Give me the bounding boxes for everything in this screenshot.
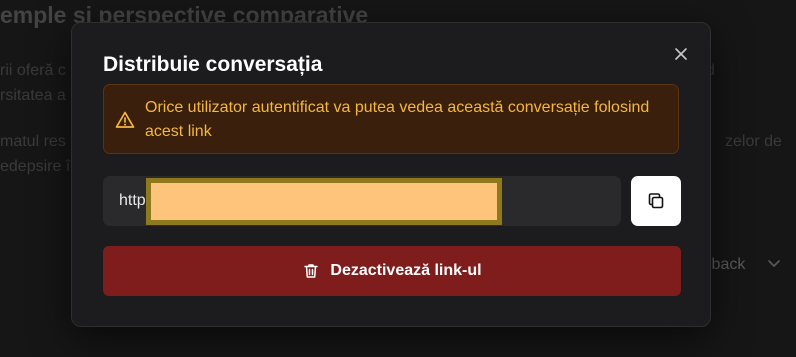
share-link-field[interactable]: http [103, 176, 621, 226]
share-link-text: http [119, 192, 146, 209]
warning-banner: Orice utilizator autentificat va putea v… [103, 84, 679, 154]
chevron-down-icon [768, 260, 780, 267]
copy-icon [648, 193, 664, 209]
background-text-line: edepsire î [0, 158, 71, 175]
warning-triangle-icon [115, 111, 135, 128]
share-conversation-dialog: Distribuie conversația Orice utilizator … [71, 22, 711, 327]
redacted-link-overlay [146, 178, 502, 225]
background-text-line: zelor de [725, 133, 782, 150]
background-text-line: rii oferă c [0, 62, 66, 79]
close-button[interactable] [670, 43, 692, 65]
deactivate-link-label: Dezactivează link-ul [330, 262, 482, 279]
copy-link-button[interactable] [631, 176, 681, 226]
background-text-line: rsitatea a [0, 87, 66, 104]
feedback-label: lback [708, 256, 746, 273]
dialog-title: Distribuie conversația [103, 53, 323, 76]
warning-text: Orice utilizator autentificat va putea v… [145, 99, 650, 140]
trash-icon [304, 264, 319, 278]
deactivate-link-button[interactable]: Dezactivează link-ul [103, 246, 681, 296]
background-text-line: matul res [0, 133, 66, 150]
close-icon [675, 48, 687, 60]
